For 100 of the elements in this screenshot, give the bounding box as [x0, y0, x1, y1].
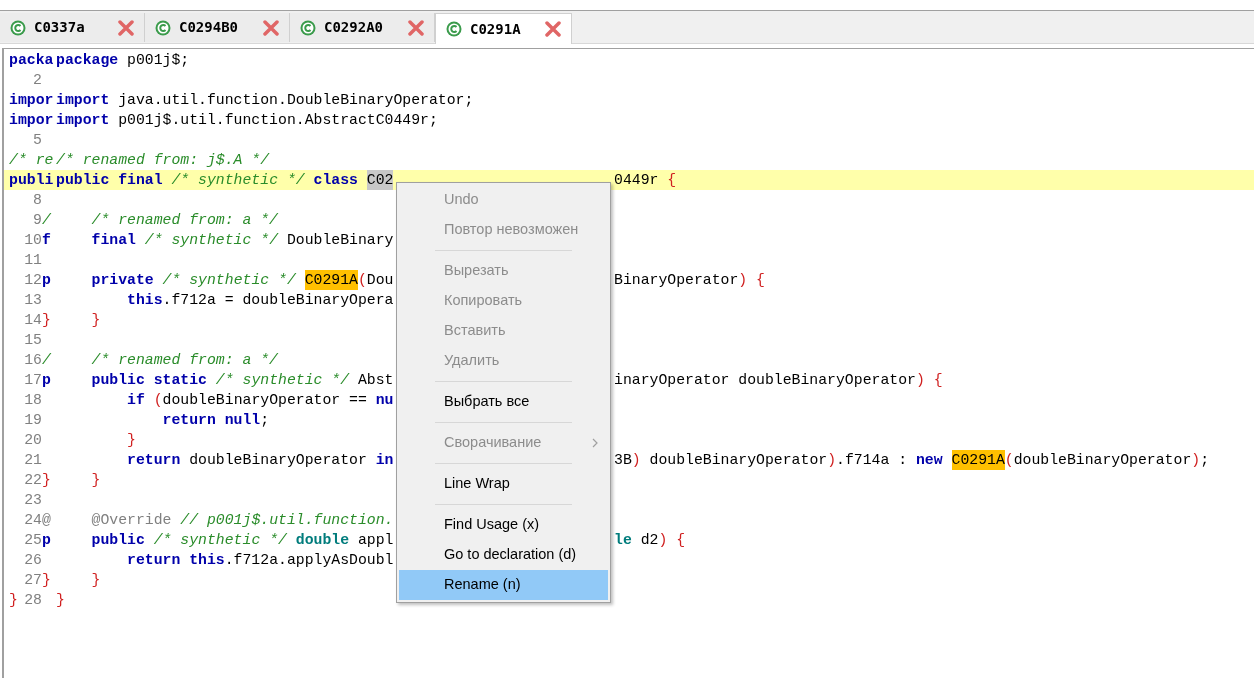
line-number: 16	[24, 351, 42, 370]
line-number: 12	[24, 271, 42, 290]
line-number: 2	[33, 71, 42, 90]
code-text: in	[375, 451, 394, 470]
gutter-marker: /	[42, 211, 51, 230]
gutter-text: publi	[9, 171, 54, 190]
gutter-text: }	[9, 591, 18, 610]
line-number: 5	[33, 131, 42, 150]
code-text: )	[1191, 451, 1201, 470]
close-icon[interactable]	[118, 19, 134, 36]
tab-label: C0294B0	[179, 18, 239, 37]
code-text: }	[91, 471, 101, 490]
editor-tab[interactable]: C0337a	[0, 13, 145, 42]
code-text: /* renamed from: j$.A */	[56, 151, 270, 170]
line-number: 18	[24, 391, 42, 410]
code-text: /* synthetic */	[144, 231, 279, 250]
code-text: double	[295, 531, 350, 550]
code-text: // p001j$.util.function.	[180, 511, 394, 530]
code-text: return null	[162, 411, 261, 430]
gutter-text: impor	[9, 91, 54, 110]
code-text: {	[756, 271, 765, 290]
code-text: import	[56, 111, 110, 130]
code-text: doubleBinaryOperator	[649, 451, 828, 470]
line-number: 26	[24, 551, 42, 570]
line-number: 14	[24, 311, 42, 330]
code-text: )	[631, 451, 641, 470]
chevron-right-icon	[592, 438, 598, 448]
code-text: )	[915, 371, 925, 390]
line-number: 17	[24, 371, 42, 390]
code-text: )	[827, 451, 837, 470]
code-text: )	[658, 531, 668, 550]
gutter-marker: @	[42, 511, 51, 530]
code-text: java.util.function.DoubleBinaryOperator;	[118, 91, 474, 110]
gutter-marker: }	[42, 571, 51, 590]
menu-item[interactable]: Выбрать все	[399, 387, 608, 417]
close-icon[interactable]	[263, 19, 279, 36]
code-text: BinaryOperator	[614, 271, 739, 290]
code-text: new	[915, 451, 943, 470]
code-text: doubleBinaryOperator	[189, 451, 367, 470]
code-text: private	[91, 271, 154, 290]
code-text: /* renamed from: a */	[91, 211, 278, 230]
menu-item[interactable]: Go to declaration (d)	[399, 540, 608, 570]
code-text: .f712a = doubleBinaryOpera	[162, 291, 394, 310]
menu-item[interactable]: Rename (n)	[399, 570, 608, 600]
code-text: class	[313, 171, 358, 190]
code-text: inaryOperator doubleBinaryOperator	[614, 371, 916, 390]
class-icon	[300, 19, 316, 36]
code-text: package	[56, 51, 119, 70]
code-text: import	[56, 91, 110, 110]
code-text: 3B	[614, 451, 632, 470]
code-text: )	[738, 271, 748, 290]
tab-label: C0291A	[470, 19, 522, 39]
line-number: 19	[24, 411, 42, 430]
editor-tab[interactable]: C0294B0	[145, 13, 290, 42]
gutter-marker: p	[42, 271, 51, 290]
code-text: return	[127, 451, 181, 470]
gutter-marker: }	[42, 471, 51, 490]
gutter-marker: }	[42, 311, 51, 330]
close-icon[interactable]	[408, 19, 424, 36]
close-icon[interactable]	[545, 21, 561, 37]
code-text: .f714a :	[836, 451, 908, 470]
code-text: p001j$.util.function.AbstractC0449r;	[118, 111, 438, 130]
line-number: 8	[33, 191, 42, 210]
code-text: DoubleBinary	[286, 231, 394, 250]
code-text: {	[676, 531, 686, 550]
code-text: appl	[357, 531, 394, 550]
line-number: 23	[24, 491, 42, 510]
line-number: 28	[24, 591, 42, 610]
gutter-marker: p	[42, 371, 51, 390]
line-number: 21	[24, 451, 42, 470]
editor-tab[interactable]: C0292A0	[290, 13, 435, 42]
code-text: doubleBinaryOperator	[1013, 451, 1192, 470]
code-text: @Override	[91, 511, 172, 530]
line-number: 15	[24, 331, 42, 350]
line-number: 22	[24, 471, 42, 490]
menu-item[interactable]: Find Usage (x)	[399, 510, 608, 540]
code-text: }	[127, 431, 136, 450]
code-text: public final	[56, 171, 163, 190]
line-number: 27	[24, 571, 42, 590]
code-text: .f712a.applyAsDoubl	[224, 551, 394, 570]
code-text: le	[614, 531, 632, 550]
code-text: {	[933, 371, 943, 390]
highlighted-text: C0291A	[304, 270, 358, 290]
code-text: d2	[640, 531, 659, 550]
code-text: /* synthetic */	[215, 371, 350, 390]
code-text: /* synthetic */	[171, 171, 305, 190]
editor-tab[interactable]: C0291A	[435, 13, 572, 44]
code-text: /* renamed from: a */	[91, 351, 278, 370]
code-text: p001j$;	[127, 51, 190, 70]
code-text: final	[91, 231, 136, 250]
class-icon	[10, 19, 26, 36]
class-icon	[446, 21, 462, 37]
gutter-marker: f	[42, 231, 51, 250]
code-text: Dou	[366, 271, 394, 290]
tab-label: C0292A0	[324, 18, 384, 37]
code-text: public	[91, 531, 145, 550]
line-number: 24	[24, 511, 42, 530]
code-text: ;	[260, 411, 270, 430]
code-text: /* synthetic */	[162, 271, 296, 290]
menu-item[interactable]: Line Wrap	[399, 469, 608, 499]
